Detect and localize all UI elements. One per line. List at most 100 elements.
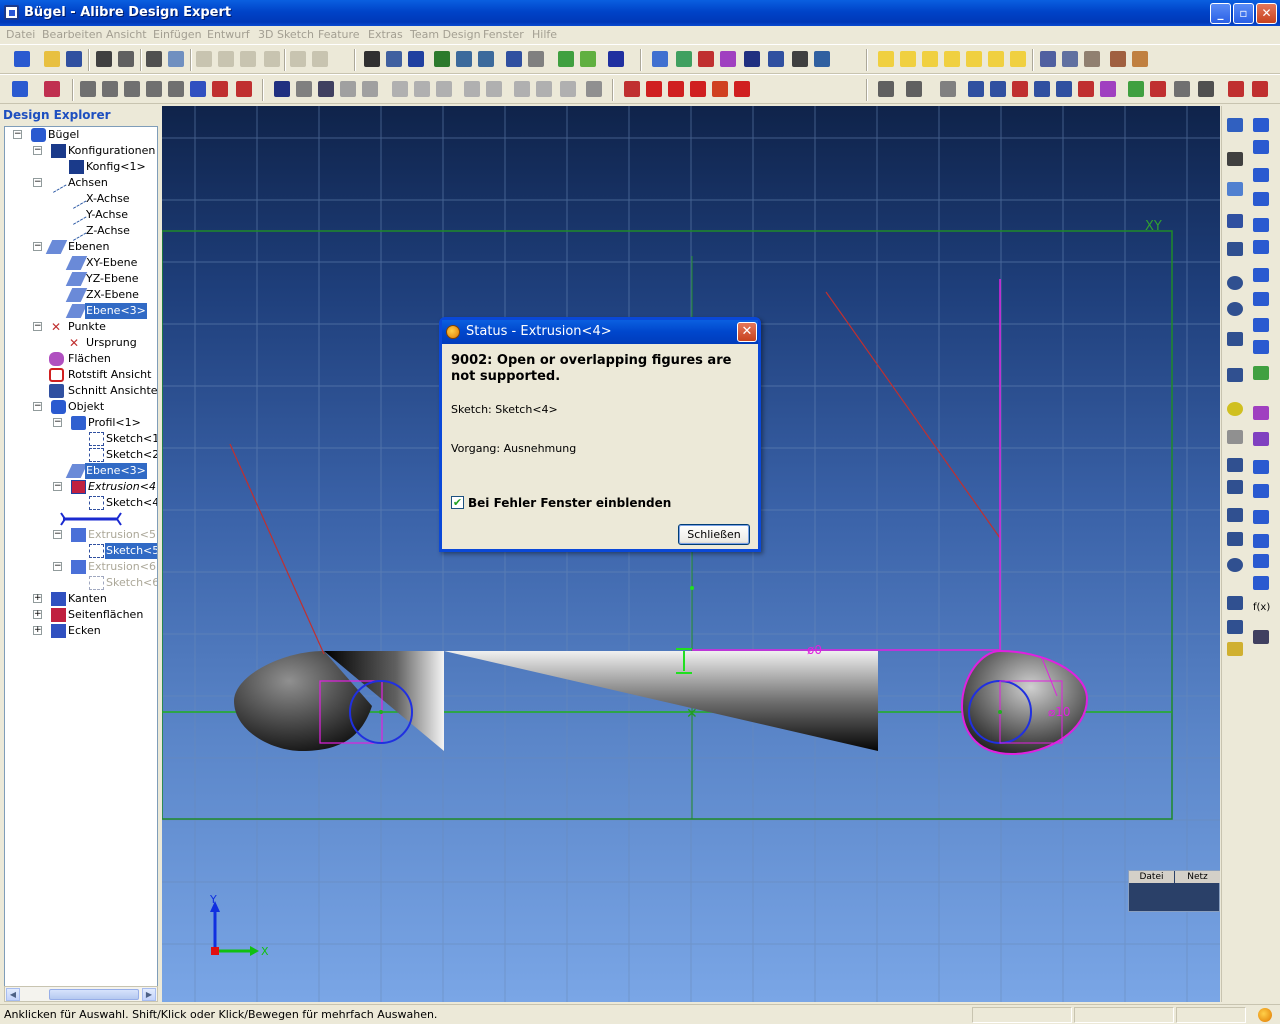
- dimension-icon[interactable]: [1227, 642, 1243, 656]
- pencil-icon[interactable]: [580, 51, 596, 67]
- display-i-icon[interactable]: [1078, 81, 1094, 97]
- box-icon[interactable]: [340, 81, 356, 97]
- tool-c-icon[interactable]: [1110, 51, 1126, 67]
- loft-icon[interactable]: [1253, 268, 1269, 282]
- text-tool-icon[interactable]: [690, 81, 706, 97]
- print-icon[interactable]: [146, 51, 162, 67]
- view-top-icon[interactable]: [922, 51, 938, 67]
- scroll-left-icon[interactable]: ◀: [6, 988, 20, 1001]
- point-icon[interactable]: [1227, 402, 1243, 416]
- tool-a-icon[interactable]: [1062, 51, 1078, 67]
- chamfer-icon[interactable]: [1227, 532, 1243, 546]
- menu-entwurf[interactable]: Entwurf: [207, 28, 250, 41]
- sketch-activate-icon[interactable]: [1227, 118, 1243, 132]
- view-bottom-icon[interactable]: [944, 51, 960, 67]
- constraint-h-icon[interactable]: [236, 81, 252, 97]
- sweep-icon[interactable]: [1253, 218, 1269, 232]
- zoom-in-icon[interactable]: [434, 51, 450, 67]
- redo-icon[interactable]: [312, 51, 328, 67]
- revolve-cut-icon[interactable]: [1253, 192, 1269, 206]
- feature-f-icon[interactable]: [514, 81, 530, 97]
- equation-icon[interactable]: f(x): [1253, 602, 1270, 616]
- scale-icon[interactable]: [1253, 554, 1269, 568]
- knit-icon[interactable]: [1253, 432, 1269, 446]
- dashed-line-icon[interactable]: [1227, 182, 1243, 196]
- display-n-icon[interactable]: [1198, 81, 1214, 97]
- menu-bearbeiten[interactable]: Bearbeiten: [42, 28, 102, 41]
- offset-icon[interactable]: [1227, 558, 1243, 572]
- param-icon[interactable]: [768, 51, 784, 67]
- feature-d-icon[interactable]: [464, 81, 480, 97]
- tree-horizontal-scrollbar[interactable]: ◀ ▶: [4, 986, 158, 1002]
- new-icon[interactable]: [14, 51, 30, 67]
- chamfer-feature-icon[interactable]: [1253, 484, 1269, 498]
- loft-cut-icon[interactable]: [1253, 292, 1269, 306]
- extrude-icon[interactable]: [1253, 118, 1269, 132]
- display-f-icon[interactable]: [1012, 81, 1028, 97]
- mirror-feature-icon[interactable]: [1253, 576, 1269, 590]
- undo-icon[interactable]: [290, 51, 306, 67]
- display-h-icon[interactable]: [1056, 81, 1072, 97]
- part-tool-icon[interactable]: [12, 81, 28, 97]
- spline-icon[interactable]: [1227, 214, 1243, 228]
- text-icon[interactable]: [1227, 430, 1243, 444]
- fillet-feature-icon[interactable]: [1253, 460, 1269, 474]
- feature-c-icon[interactable]: [436, 81, 452, 97]
- zoom-window-icon[interactable]: [456, 51, 472, 67]
- display-l-icon[interactable]: [1150, 81, 1166, 97]
- render-icon[interactable]: [608, 51, 624, 67]
- menu-hilfe[interactable]: Hilfe: [532, 28, 557, 41]
- axis-tool-icon[interactable]: [676, 51, 692, 67]
- ellipse-tool-icon[interactable]: [646, 81, 662, 97]
- pdf-icon[interactable]: [1228, 81, 1244, 97]
- polygon-icon[interactable]: [1227, 368, 1243, 382]
- line-style-icon[interactable]: [734, 81, 750, 97]
- design-icon[interactable]: [118, 51, 134, 67]
- collapse-icon[interactable]: −: [33, 178, 42, 187]
- view-front-icon[interactable]: [878, 51, 894, 67]
- constraint-d-icon[interactable]: [146, 81, 162, 97]
- rotate-icon[interactable]: [408, 51, 424, 67]
- scroll-right-icon[interactable]: ▶: [142, 988, 156, 1001]
- trim-icon[interactable]: [1227, 458, 1243, 472]
- show-on-error-label[interactable]: Bei Fehler Fenster einblenden: [468, 496, 671, 510]
- menu-ansicht[interactable]: Ansicht: [106, 28, 147, 41]
- display-a-icon[interactable]: [878, 81, 894, 97]
- expand-icon[interactable]: +: [33, 610, 42, 619]
- collapse-icon[interactable]: −: [33, 402, 42, 411]
- fillet-icon[interactable]: [1227, 508, 1243, 522]
- scroll-thumb[interactable]: [49, 989, 139, 1000]
- display-g-icon[interactable]: [1034, 81, 1050, 97]
- menu-fenster[interactable]: Fenster: [483, 28, 524, 41]
- constraint-c-icon[interactable]: [124, 81, 140, 97]
- feature-e-icon[interactable]: [486, 81, 502, 97]
- delete-icon[interactable]: [264, 51, 280, 67]
- collapse-icon[interactable]: −: [53, 482, 62, 491]
- surface-tool-icon[interactable]: [720, 51, 736, 67]
- menu-einfuegen[interactable]: Einfügen: [153, 28, 202, 41]
- save-icon[interactable]: [66, 51, 82, 67]
- extend-icon[interactable]: [1227, 480, 1243, 494]
- menu-feature[interactable]: Feature: [318, 28, 360, 41]
- select-icon[interactable]: [364, 51, 380, 67]
- rectangle-tool-icon[interactable]: [668, 81, 684, 97]
- frame-icon[interactable]: [274, 81, 290, 97]
- split-icon[interactable]: [1253, 534, 1269, 548]
- fill-tool-icon[interactable]: [712, 81, 728, 97]
- point-tool-icon[interactable]: [698, 51, 714, 67]
- constraint-a-icon[interactable]: [80, 81, 96, 97]
- display-e-icon[interactable]: [990, 81, 1006, 97]
- rollback-marker[interactable]: [59, 511, 123, 527]
- print-preview-icon[interactable]: [168, 51, 184, 67]
- arc-icon[interactable]: [1227, 302, 1243, 316]
- measure-icon[interactable]: [792, 51, 808, 67]
- tool-d-icon[interactable]: [1132, 51, 1148, 67]
- display-b-icon[interactable]: [906, 81, 922, 97]
- display-d-icon[interactable]: [968, 81, 984, 97]
- hole-icon[interactable]: [1253, 366, 1269, 380]
- open-icon[interactable]: [44, 51, 60, 67]
- sketch-tool-icon[interactable]: [558, 51, 574, 67]
- display-k-icon[interactable]: [1128, 81, 1144, 97]
- collapse-icon[interactable]: −: [53, 530, 62, 539]
- view-left-icon[interactable]: [966, 51, 982, 67]
